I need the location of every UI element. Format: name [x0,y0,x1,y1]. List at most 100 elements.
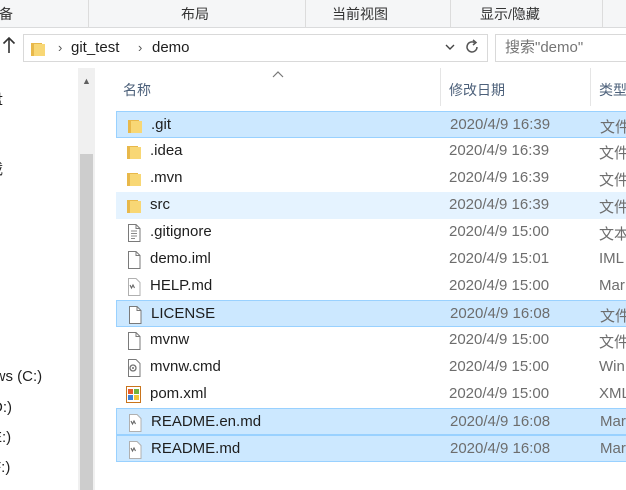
markdown-file-icon [127,441,143,459]
blank-file-icon [126,251,142,269]
file-name[interactable]: demo.iml [150,250,211,267]
ribbon-tabs: 备 布局 当前视图 显示/隐藏 [0,0,626,28]
file-row[interactable]: .mvn 2020/4/9 16:39 文件 [116,165,626,192]
ribbon-tab-current-view[interactable]: 当前视图 [320,0,400,28]
navigation-pane: 盘 载 dows (C:) D:) E:) F:) [0,68,80,490]
nav-scrollbar[interactable]: ▲ [78,68,95,490]
file-row[interactable]: pom.xml 2020/4/9 15:00 XML [116,381,626,408]
nav-item-drive-d[interactable]: D:) [0,399,12,416]
text-file-icon [126,224,142,242]
column-header-type[interactable]: 类型 [599,80,626,100]
file-name[interactable]: README.md [151,440,240,457]
file-date: 2020/4/9 16:39 [449,142,550,159]
column-header-name[interactable]: 名称 [123,80,151,100]
file-date: 2020/4/9 16:08 [450,440,551,457]
file-type: XML [599,385,626,402]
markdown-file-icon [126,278,142,296]
file-row[interactable]: mvnw 2020/4/9 15:00 文件 [116,327,626,354]
up-arrow-icon[interactable] [0,36,18,60]
column-divider[interactable] [440,68,441,106]
file-date: 2020/4/9 15:00 [449,385,550,402]
file-name[interactable]: HELP.md [150,277,212,294]
file-row[interactable]: src 2020/4/9 16:39 文件 [116,192,626,219]
file-date: 2020/4/9 15:00 [449,331,550,348]
scroll-up-arrow-icon[interactable]: ▲ [82,76,91,86]
file-name[interactable]: pom.xml [150,385,207,402]
file-type: 文件 [600,119,626,136]
file-name[interactable]: .gitignore [150,223,212,240]
chevron-down-icon[interactable] [444,40,456,57]
file-row[interactable]: mvnw.cmd 2020/4/9 15:00 Win [116,354,626,381]
file-row[interactable]: README.en.md 2020/4/9 16:08 Mar [116,408,626,435]
file-name[interactable]: README.en.md [151,413,261,430]
file-date: 2020/4/9 15:00 [449,358,550,375]
file-date: 2020/4/9 16:39 [449,196,550,213]
ribbon-tab-layout[interactable]: 布局 [160,0,230,28]
folder-icon [126,143,142,161]
file-row[interactable]: .idea 2020/4/9 16:39 文件 [116,138,626,165]
file-type: 文件 [599,334,626,351]
file-type: Mar [600,413,626,430]
refresh-icon[interactable] [463,38,481,61]
sort-up-icon [272,68,284,82]
file-type: 文件 [600,308,626,325]
file-row[interactable]: demo.iml 2020/4/9 15:01 IML [116,246,626,273]
nav-item[interactable]: 盘 [0,88,3,109]
column-divider[interactable] [590,68,591,106]
file-date: 2020/4/9 15:00 [449,277,550,294]
file-row[interactable]: LICENSE 2020/4/9 16:08 文件 [116,300,626,327]
address-bar[interactable]: › git_test › demo [23,34,488,62]
file-list: 名称 修改日期 类型 .git 2020/4/9 16:39 文件 .idea 2020… [104,68,626,490]
nav-item[interactable]: 载 [0,158,3,179]
file-name[interactable]: mvnw [150,331,189,348]
file-name[interactable]: .idea [150,142,183,159]
file-type: 文件 [599,145,626,162]
file-type: 文件 [599,172,626,189]
folder-icon [126,197,142,215]
file-row[interactable]: .git 2020/4/9 16:39 文件 [116,111,626,138]
markdown-file-icon [127,414,143,432]
file-row[interactable]: README.md 2020/4/9 16:08 Mar [116,435,626,462]
column-header-row: 名称 修改日期 类型 [104,68,626,106]
xml-file-icon [126,386,142,404]
file-date: 2020/4/9 16:39 [449,169,550,186]
chevron-right-icon[interactable]: › [138,39,142,57]
file-row[interactable]: .gitignore 2020/4/9 15:00 文本 [116,219,626,246]
file-name[interactable]: mvnw.cmd [150,358,221,375]
file-name[interactable]: src [150,196,170,213]
file-type: 文本 [599,226,626,243]
search-box[interactable] [495,34,626,62]
ribbon-separator [602,0,603,28]
nav-item-drive-e[interactable]: E:) [0,429,11,446]
search-input[interactable] [505,39,626,56]
file-date: 2020/4/9 15:01 [449,250,550,267]
folder-icon [31,41,45,61]
file-type: 文件 [599,199,626,216]
column-header-date[interactable]: 修改日期 [449,80,505,100]
ribbon-tab-share[interactable]: 备 [0,0,18,28]
file-name[interactable]: .git [151,116,171,133]
chevron-right-icon[interactable]: › [58,39,62,57]
blank-file-icon [127,306,143,324]
address-row: › git_test › demo [0,28,626,68]
scrollbar-thumb[interactable] [80,154,93,490]
file-name[interactable]: .mvn [150,169,183,186]
file-type: IML [599,250,625,267]
ribbon-separator [88,0,89,28]
file-date: 2020/4/9 16:08 [450,413,551,430]
file-date: 2020/4/9 16:39 [450,116,551,133]
file-date: 2020/4/9 15:00 [449,223,550,240]
file-name[interactable]: LICENSE [151,305,215,322]
cmd-file-icon [126,359,142,377]
ribbon-tab-show-hide[interactable]: 显示/隐藏 [465,0,555,28]
folder-icon [127,117,143,135]
file-row[interactable]: HELP.md 2020/4/9 15:00 Mar [116,273,626,300]
file-type: Win [599,358,625,375]
nav-item-drive-f[interactable]: F:) [0,459,10,476]
file-type: Mar [599,277,625,294]
breadcrumb-item[interactable]: git_test [71,39,119,57]
ribbon-separator [450,0,451,28]
nav-item-drive-c[interactable]: dows (C:) [0,368,42,385]
breadcrumb-item[interactable]: demo [152,39,190,57]
folder-icon [126,170,142,188]
